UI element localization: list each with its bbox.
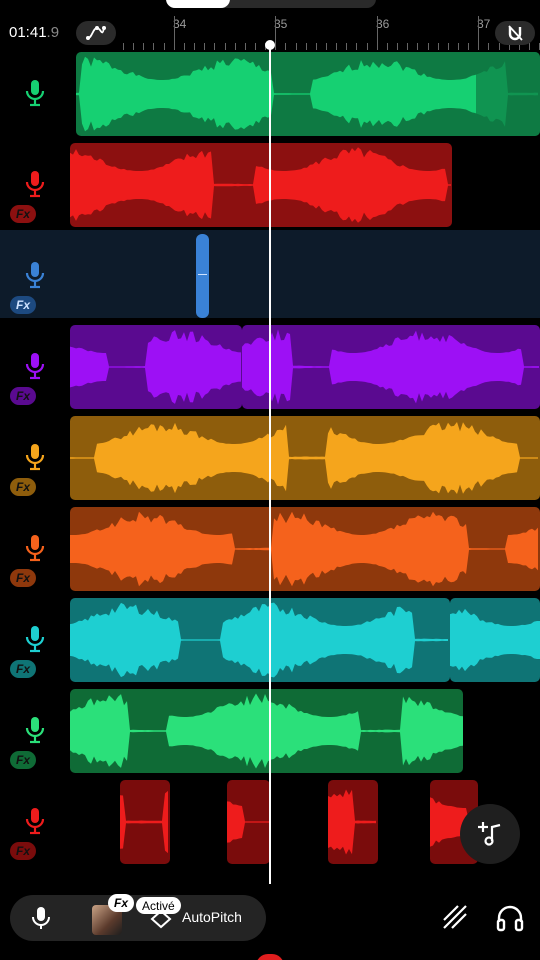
microphone-icon[interactable] xyxy=(24,806,46,836)
waveform-shape xyxy=(70,422,538,494)
track-fx-badge[interactable]: Fx xyxy=(10,660,36,678)
waveform-shape xyxy=(328,789,376,855)
microphone-icon[interactable] xyxy=(24,442,46,472)
audio-clip[interactable] xyxy=(70,325,242,409)
track-controls: Fx xyxy=(0,139,70,227)
timeline-ruler[interactable]: 34 35 36 37 xyxy=(120,10,540,50)
microphone-icon[interactable] xyxy=(24,624,46,654)
waveform-shape xyxy=(227,801,269,843)
waveform xyxy=(227,801,269,843)
track-controls: Fx xyxy=(0,321,70,409)
waveform xyxy=(450,608,540,672)
track-fx-badge[interactable]: Fx xyxy=(10,751,36,769)
track-controls: Fx xyxy=(0,412,70,500)
time-sub: .9 xyxy=(46,24,60,41)
add-track-button[interactable] xyxy=(460,804,520,864)
waveform xyxy=(70,422,538,494)
waveform-shape xyxy=(70,693,463,769)
waveform-shape xyxy=(450,608,540,672)
waveform xyxy=(70,330,241,404)
waveform xyxy=(70,147,451,223)
ruler-tick xyxy=(275,16,277,50)
microphone-icon[interactable] xyxy=(24,78,46,108)
top-segment-active[interactable] xyxy=(166,0,230,8)
track-controls: Fx xyxy=(0,594,70,682)
clip-center-line xyxy=(198,274,207,275)
microphone-icon[interactable] xyxy=(24,533,46,563)
ruler-tick xyxy=(478,16,480,50)
waveform-shape xyxy=(242,329,539,405)
track-controls xyxy=(0,48,70,136)
track-controls: Fx xyxy=(0,776,70,864)
waveform xyxy=(70,693,463,769)
autopitch-label[interactable]: AutoPitch xyxy=(182,909,242,925)
waveform-shape xyxy=(76,56,538,132)
autopitch-icon[interactable] xyxy=(148,907,174,931)
microphone-icon[interactable] xyxy=(24,169,46,199)
playhead-handle[interactable] xyxy=(265,40,275,50)
waveform-shape xyxy=(70,330,241,404)
audio-clip[interactable] xyxy=(70,598,450,682)
waveform-shape xyxy=(70,147,451,223)
time-main: 01:41 xyxy=(9,24,47,41)
bar-label-34: 34 xyxy=(173,17,187,31)
automation-button[interactable] xyxy=(76,21,116,45)
track-fx-badge[interactable]: Fx xyxy=(10,842,36,860)
magnet-off-icon xyxy=(508,25,523,41)
audio-clip[interactable] xyxy=(196,234,209,318)
audio-clip[interactable] xyxy=(120,780,170,864)
draw-lines-icon[interactable] xyxy=(440,902,470,932)
headphones-icon[interactable] xyxy=(494,902,526,934)
track-fx-badge[interactable]: Fx xyxy=(10,478,36,496)
track-controls: Fx xyxy=(0,685,70,773)
microphone-icon[interactable] xyxy=(24,260,46,290)
waveform xyxy=(70,602,448,678)
waveform xyxy=(242,329,539,405)
microphone-icon[interactable] xyxy=(24,715,46,745)
waveform xyxy=(76,52,540,136)
track-controls: Fx xyxy=(0,503,70,591)
clip-fade-region xyxy=(476,52,540,136)
fx-badge: Fx xyxy=(108,894,134,912)
add-music-icon xyxy=(478,822,501,846)
bottom-bar: Fx Activé AutoPitch xyxy=(10,894,266,941)
audio-clip[interactable] xyxy=(227,780,270,864)
waveform xyxy=(328,789,376,855)
track-fx-badge[interactable]: Fx xyxy=(10,569,36,587)
track-controls: Fx xyxy=(0,230,70,318)
audio-clip[interactable] xyxy=(70,507,540,591)
waveform-shape xyxy=(70,511,538,587)
snap-button[interactable] xyxy=(495,21,535,45)
audio-clip[interactable] xyxy=(242,325,540,409)
audio-clip[interactable] xyxy=(328,780,378,864)
audio-clip[interactable] xyxy=(70,416,540,500)
playhead[interactable] xyxy=(269,44,271,884)
ruler-tick xyxy=(376,16,378,50)
automation-curve-icon xyxy=(86,26,106,40)
audio-clip[interactable] xyxy=(70,689,463,773)
microphone-icon[interactable] xyxy=(24,351,46,381)
record-mic-icon[interactable] xyxy=(30,905,52,931)
track-fx-badge[interactable]: Fx xyxy=(10,205,36,223)
audio-clip[interactable] xyxy=(70,143,452,227)
ruler-tick xyxy=(173,16,175,50)
waveform xyxy=(120,790,168,854)
waveform-shape xyxy=(70,602,448,678)
track-fx-badge[interactable]: Fx xyxy=(10,387,36,405)
time-display: 01:41.9 xyxy=(9,24,59,41)
bar-label-36: 36 xyxy=(376,17,390,31)
record-button[interactable] xyxy=(256,954,284,960)
audio-clip[interactable] xyxy=(76,52,540,136)
waveform-shape xyxy=(120,790,168,854)
waveform xyxy=(70,511,538,587)
audio-clip[interactable] xyxy=(450,598,540,682)
track-fx-badge[interactable]: Fx xyxy=(10,296,36,314)
